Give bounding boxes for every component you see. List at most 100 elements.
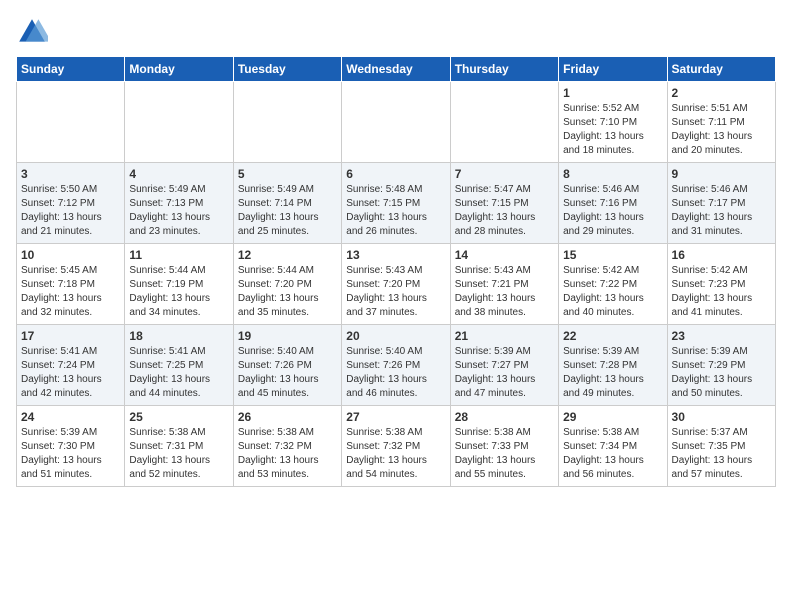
day-info: Sunrise: 5:41 AM Sunset: 7:24 PM Dayligh… xyxy=(21,345,120,401)
calendar-cell xyxy=(17,82,125,163)
day-number: 27 xyxy=(346,410,445,424)
day-number: 14 xyxy=(455,248,554,262)
day-number: 19 xyxy=(238,329,337,343)
calendar-cell xyxy=(233,82,341,163)
calendar-cell: 8 Sunrise: 5:46 AM Sunset: 7:16 PM Daylig… xyxy=(559,163,667,244)
day-info: Sunrise: 5:37 AM Sunset: 7:35 PM Dayligh… xyxy=(672,426,771,482)
calendar-cell: 24 Sunrise: 5:39 AM Sunset: 7:30 PM Dayli… xyxy=(17,406,125,487)
calendar-cell: 7Sunrise: 5:47 AM Sunset: 7:15 PM Daylig… xyxy=(450,163,558,244)
week-row-2: 3 Sunrise: 5:50 AM Sunset: 7:12 PM Daylig… xyxy=(17,163,776,244)
column-header-friday: Friday xyxy=(559,57,667,82)
day-number: 17 xyxy=(21,329,120,343)
day-info: Sunrise: 5:45 AM Sunset: 7:18 PM Dayligh… xyxy=(21,264,120,320)
day-number: 25 xyxy=(129,410,228,424)
day-info: Sunrise: 5:38 AM Sunset: 7:34 PM Dayligh… xyxy=(563,426,662,482)
day-number: 12 xyxy=(238,248,337,262)
calendar-cell: 13 Sunrise: 5:43 AM Sunset: 7:20 PM Dayli… xyxy=(342,244,450,325)
calendar-cell: 19 Sunrise: 5:40 AM Sunset: 7:26 PM Dayli… xyxy=(233,325,341,406)
calendar-cell xyxy=(125,82,233,163)
day-number: 30 xyxy=(672,410,771,424)
day-info: Sunrise: 5:43 AM Sunset: 7:21 PM Dayligh… xyxy=(455,264,554,320)
day-info: Sunrise: 5:47 AM Sunset: 7:15 PM Dayligh… xyxy=(455,183,554,239)
calendar-cell xyxy=(450,82,558,163)
calendar-cell: 18Sunrise: 5:41 AM Sunset: 7:25 PM Dayli… xyxy=(125,325,233,406)
day-info: Sunrise: 5:46 AM Sunset: 7:16 PM Dayligh… xyxy=(563,183,662,239)
calendar-cell: 3 Sunrise: 5:50 AM Sunset: 7:12 PM Daylig… xyxy=(17,163,125,244)
day-number: 9 xyxy=(672,167,771,181)
calendar-cell: 28 Sunrise: 5:38 AM Sunset: 7:33 PM Dayli… xyxy=(450,406,558,487)
calendar-cell: 20 Sunrise: 5:40 AM Sunset: 7:26 PM Dayli… xyxy=(342,325,450,406)
day-info: Sunrise: 5:48 AM Sunset: 7:15 PM Dayligh… xyxy=(346,183,445,239)
day-number: 20 xyxy=(346,329,445,343)
day-number: 21 xyxy=(455,329,554,343)
day-number: 18 xyxy=(129,329,228,343)
calendar-cell: 12 Sunrise: 5:44 AM Sunset: 7:20 PM Dayli… xyxy=(233,244,341,325)
calendar-cell: 15Sunrise: 5:42 AM Sunset: 7:22 PM Dayli… xyxy=(559,244,667,325)
calendar-cell: 25Sunrise: 5:38 AM Sunset: 7:31 PM Dayli… xyxy=(125,406,233,487)
calendar-cell: 17 Sunrise: 5:41 AM Sunset: 7:24 PM Dayli… xyxy=(17,325,125,406)
column-header-monday: Monday xyxy=(125,57,233,82)
day-info: Sunrise: 5:44 AM Sunset: 7:20 PM Dayligh… xyxy=(238,264,337,320)
day-info: Sunrise: 5:40 AM Sunset: 7:26 PM Dayligh… xyxy=(346,345,445,401)
calendar-table: SundayMondayTuesdayWednesdayThursdayFrid… xyxy=(16,56,776,487)
calendar-cell: 16 Sunrise: 5:42 AM Sunset: 7:23 PM Dayli… xyxy=(667,244,775,325)
calendar-cell: 1 Sunrise: 5:52 AM Sunset: 7:10 PM Daylig… xyxy=(559,82,667,163)
day-info: Sunrise: 5:42 AM Sunset: 7:23 PM Dayligh… xyxy=(672,264,771,320)
calendar-cell: 26 Sunrise: 5:38 AM Sunset: 7:32 PM Dayli… xyxy=(233,406,341,487)
day-info: Sunrise: 5:39 AM Sunset: 7:29 PM Dayligh… xyxy=(672,345,771,401)
day-number: 26 xyxy=(238,410,337,424)
calendar-cell: 27Sunrise: 5:38 AM Sunset: 7:32 PM Dayli… xyxy=(342,406,450,487)
calendar-header-row: SundayMondayTuesdayWednesdayThursdayFrid… xyxy=(17,57,776,82)
day-number: 13 xyxy=(346,248,445,262)
column-header-wednesday: Wednesday xyxy=(342,57,450,82)
week-row-1: 1 Sunrise: 5:52 AM Sunset: 7:10 PM Daylig… xyxy=(17,82,776,163)
calendar-cell: 6 Sunrise: 5:48 AM Sunset: 7:15 PM Daylig… xyxy=(342,163,450,244)
day-info: Sunrise: 5:52 AM Sunset: 7:10 PM Dayligh… xyxy=(563,102,662,158)
day-number: 22 xyxy=(563,329,662,343)
column-header-thursday: Thursday xyxy=(450,57,558,82)
day-number: 23 xyxy=(672,329,771,343)
calendar-cell: 22 Sunrise: 5:39 AM Sunset: 7:28 PM Dayli… xyxy=(559,325,667,406)
day-info: Sunrise: 5:43 AM Sunset: 7:20 PM Dayligh… xyxy=(346,264,445,320)
day-number: 1 xyxy=(563,86,662,100)
day-number: 6 xyxy=(346,167,445,181)
day-info: Sunrise: 5:40 AM Sunset: 7:26 PM Dayligh… xyxy=(238,345,337,401)
logo xyxy=(16,16,52,48)
calendar-cell: 4Sunrise: 5:49 AM Sunset: 7:13 PM Daylig… xyxy=(125,163,233,244)
calendar-cell: 14 Sunrise: 5:43 AM Sunset: 7:21 PM Dayli… xyxy=(450,244,558,325)
calendar-cell: 23 Sunrise: 5:39 AM Sunset: 7:29 PM Dayli… xyxy=(667,325,775,406)
day-number: 5 xyxy=(238,167,337,181)
day-info: Sunrise: 5:46 AM Sunset: 7:17 PM Dayligh… xyxy=(672,183,771,239)
calendar-cell: 21 Sunrise: 5:39 AM Sunset: 7:27 PM Dayli… xyxy=(450,325,558,406)
day-info: Sunrise: 5:38 AM Sunset: 7:32 PM Dayligh… xyxy=(238,426,337,482)
column-header-sunday: Sunday xyxy=(17,57,125,82)
week-row-4: 17 Sunrise: 5:41 AM Sunset: 7:24 PM Dayli… xyxy=(17,325,776,406)
day-info: Sunrise: 5:51 AM Sunset: 7:11 PM Dayligh… xyxy=(672,102,771,158)
day-info: Sunrise: 5:38 AM Sunset: 7:33 PM Dayligh… xyxy=(455,426,554,482)
calendar-cell: 29 Sunrise: 5:38 AM Sunset: 7:34 PM Dayli… xyxy=(559,406,667,487)
day-info: Sunrise: 5:39 AM Sunset: 7:30 PM Dayligh… xyxy=(21,426,120,482)
day-number: 15 xyxy=(563,248,662,262)
calendar-cell: 30 Sunrise: 5:37 AM Sunset: 7:35 PM Dayli… xyxy=(667,406,775,487)
calendar-cell: 2 Sunrise: 5:51 AM Sunset: 7:11 PM Daylig… xyxy=(667,82,775,163)
calendar-cell xyxy=(342,82,450,163)
day-info: Sunrise: 5:49 AM Sunset: 7:14 PM Dayligh… xyxy=(238,183,337,239)
logo-icon xyxy=(16,16,48,48)
day-info: Sunrise: 5:39 AM Sunset: 7:28 PM Dayligh… xyxy=(563,345,662,401)
day-number: 8 xyxy=(563,167,662,181)
page-header xyxy=(16,16,776,48)
calendar-cell: 5 Sunrise: 5:49 AM Sunset: 7:14 PM Daylig… xyxy=(233,163,341,244)
column-header-tuesday: Tuesday xyxy=(233,57,341,82)
day-number: 3 xyxy=(21,167,120,181)
day-number: 24 xyxy=(21,410,120,424)
day-info: Sunrise: 5:49 AM Sunset: 7:13 PM Dayligh… xyxy=(129,183,228,239)
week-row-5: 24 Sunrise: 5:39 AM Sunset: 7:30 PM Dayli… xyxy=(17,406,776,487)
day-info: Sunrise: 5:39 AM Sunset: 7:27 PM Dayligh… xyxy=(455,345,554,401)
day-number: 16 xyxy=(672,248,771,262)
week-row-3: 10 Sunrise: 5:45 AM Sunset: 7:18 PM Dayli… xyxy=(17,244,776,325)
day-number: 29 xyxy=(563,410,662,424)
day-number: 28 xyxy=(455,410,554,424)
day-info: Sunrise: 5:50 AM Sunset: 7:12 PM Dayligh… xyxy=(21,183,120,239)
day-number: 10 xyxy=(21,248,120,262)
day-number: 2 xyxy=(672,86,771,100)
